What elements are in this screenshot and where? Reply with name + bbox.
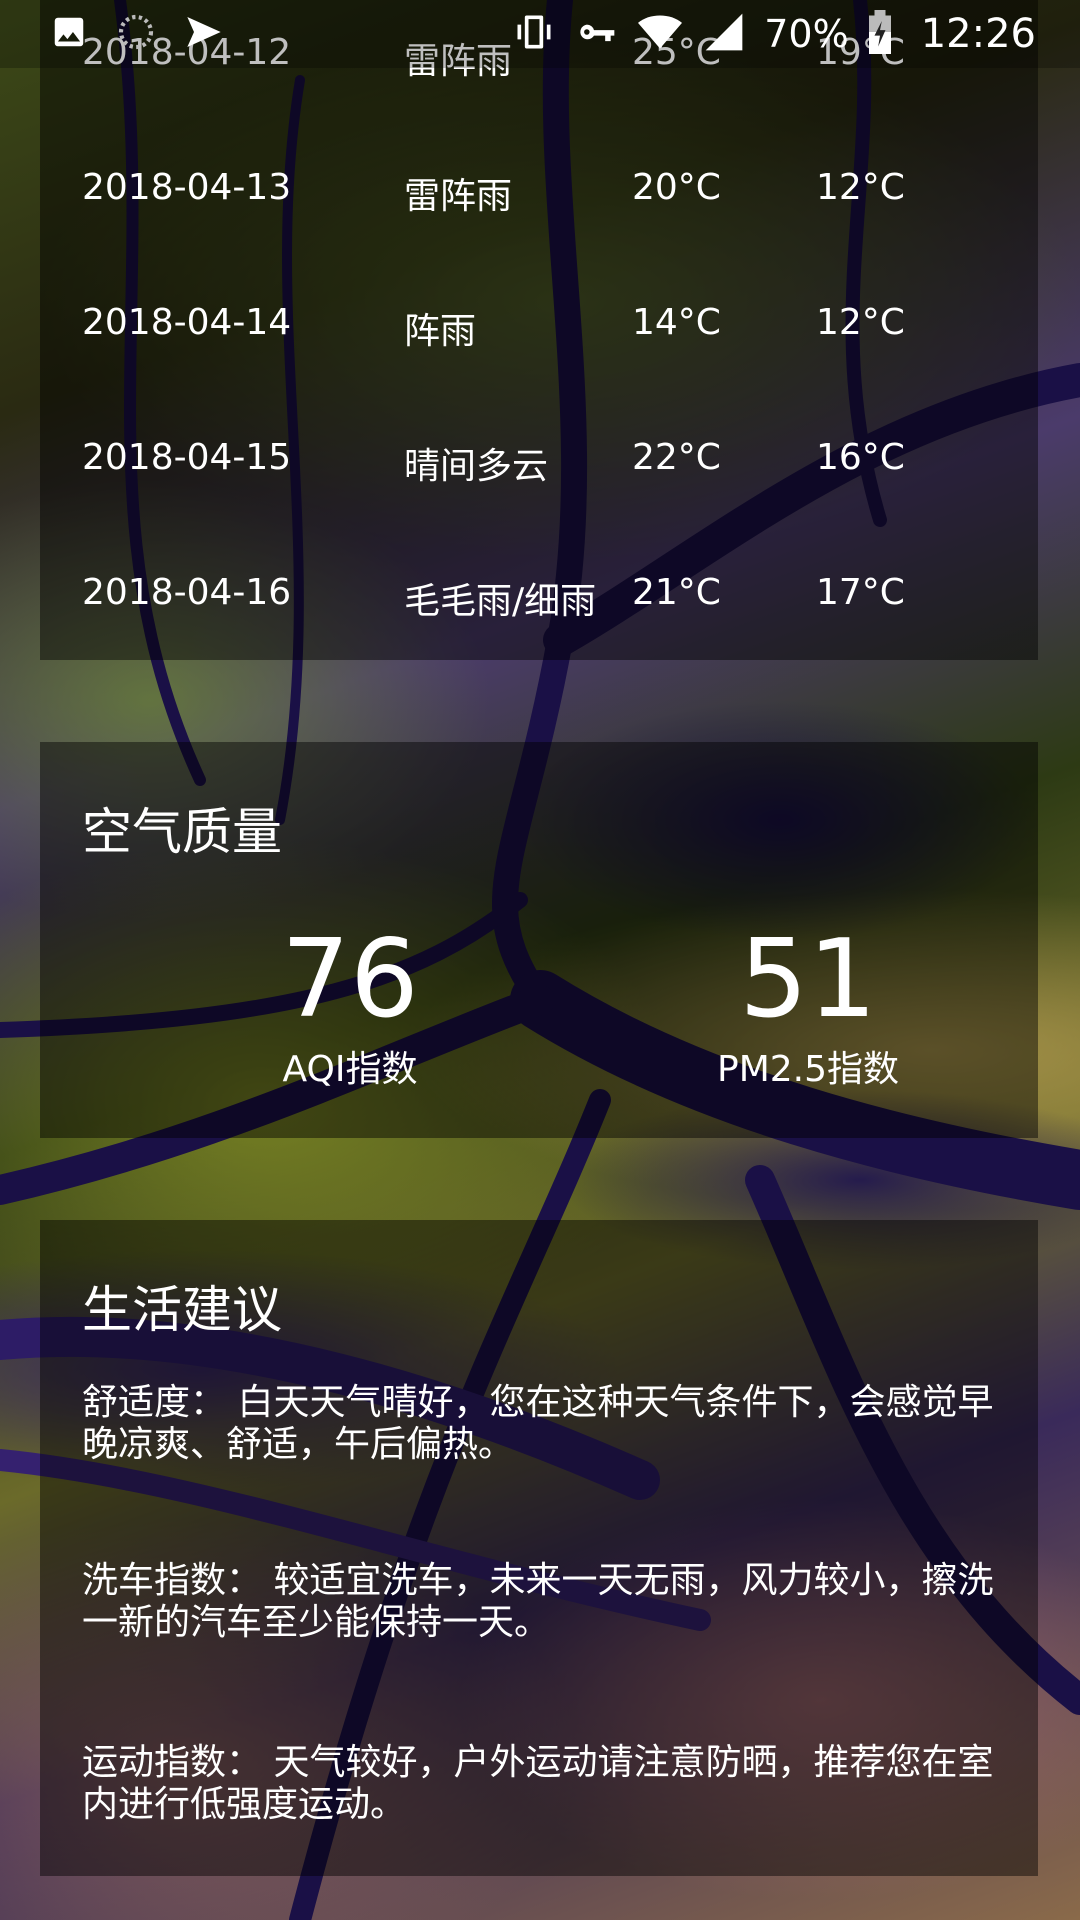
forecast-max: 20°C	[632, 167, 721, 208]
vpn-key-icon	[574, 10, 618, 58]
aqi-card: 空气质量 76 AQI指数 51 PM2.5指数	[40, 742, 1038, 1138]
car-wash-text: 洗车指数： 较适宜洗车，未来一天无雨，风力较小，擦洗一新的汽车至少能保持一天。	[82, 1560, 994, 1643]
aqi-index-block: 76 AQI指数	[160, 920, 540, 1092]
forecast-min: 17°C	[816, 572, 905, 613]
forecast-row: 2018-04-14 阵雨 14°C 12°C	[40, 290, 1038, 360]
forecast-row: 2018-04-15 晴间多云 22°C 16°C	[40, 425, 1038, 495]
battery-percent: 70%	[764, 12, 849, 56]
forecast-row: 2018-04-16 毛毛雨/细雨 21°C 17°C	[40, 560, 1038, 630]
forecast-info: 雷阵雨	[404, 176, 513, 217]
forecast-info: 毛毛雨/细雨	[404, 581, 597, 622]
forecast-max: 21°C	[632, 572, 721, 613]
comfort-text: 舒适度： 白天天气晴好，您在这种天气条件下，会感觉早晚凉爽、舒适，午后偏热。	[82, 1382, 994, 1465]
forecast-max: 22°C	[632, 437, 721, 478]
image-icon	[50, 13, 88, 55]
forecast-date: 2018-04-13	[82, 167, 292, 208]
sport-text: 运动指数： 天气较好，户外运动请注意防晒，推荐您在室内进行低强度运动。	[82, 1742, 994, 1825]
forecast-info: 阵雨	[404, 311, 477, 352]
pm25-index-block: 51 PM2.5指数	[618, 920, 998, 1092]
forecast-min: 12°C	[816, 167, 905, 208]
wifi-icon	[636, 10, 684, 58]
aqi-title: 空气质量	[82, 803, 282, 861]
suggestion-title: 生活建议	[82, 1281, 282, 1339]
pm25-value: 51	[739, 917, 877, 1042]
forecast-max: 14°C	[632, 302, 721, 343]
battery-charging-icon	[867, 10, 893, 58]
forecast-info: 晴间多云	[404, 446, 549, 487]
suggestion-card: 生活建议 舒适度： 白天天气晴好，您在这种天气条件下，会感觉早晚凉爽、舒适，午后…	[40, 1220, 1038, 1876]
forecast-min: 16°C	[816, 437, 905, 478]
status-system: 70% 12:26	[512, 10, 1036, 58]
aqi-label: AQI指数	[282, 1049, 418, 1090]
forecast-min: 12°C	[816, 302, 905, 343]
forecast-date: 2018-04-14	[82, 302, 292, 343]
pm25-label: PM2.5指数	[716, 1049, 900, 1090]
forecast-row: 2018-04-13 雷阵雨 20°C 12°C	[40, 155, 1038, 225]
status-notifications	[50, 12, 224, 56]
status-bar: 70% 12:26	[0, 0, 1080, 68]
vibrate-icon	[512, 10, 556, 58]
send-icon	[184, 12, 224, 56]
cell-signal-icon	[702, 10, 746, 58]
forecast-date: 2018-04-16	[82, 572, 292, 613]
status-time: 12:26	[920, 11, 1036, 57]
sync-icon	[116, 12, 156, 56]
aqi-value: 76	[281, 917, 419, 1042]
forecast-date: 2018-04-15	[82, 437, 292, 478]
forecast-card: 2018-04-12 雷阵雨 25°C 19°C 2018-04-13 雷阵雨 …	[40, 0, 1038, 660]
